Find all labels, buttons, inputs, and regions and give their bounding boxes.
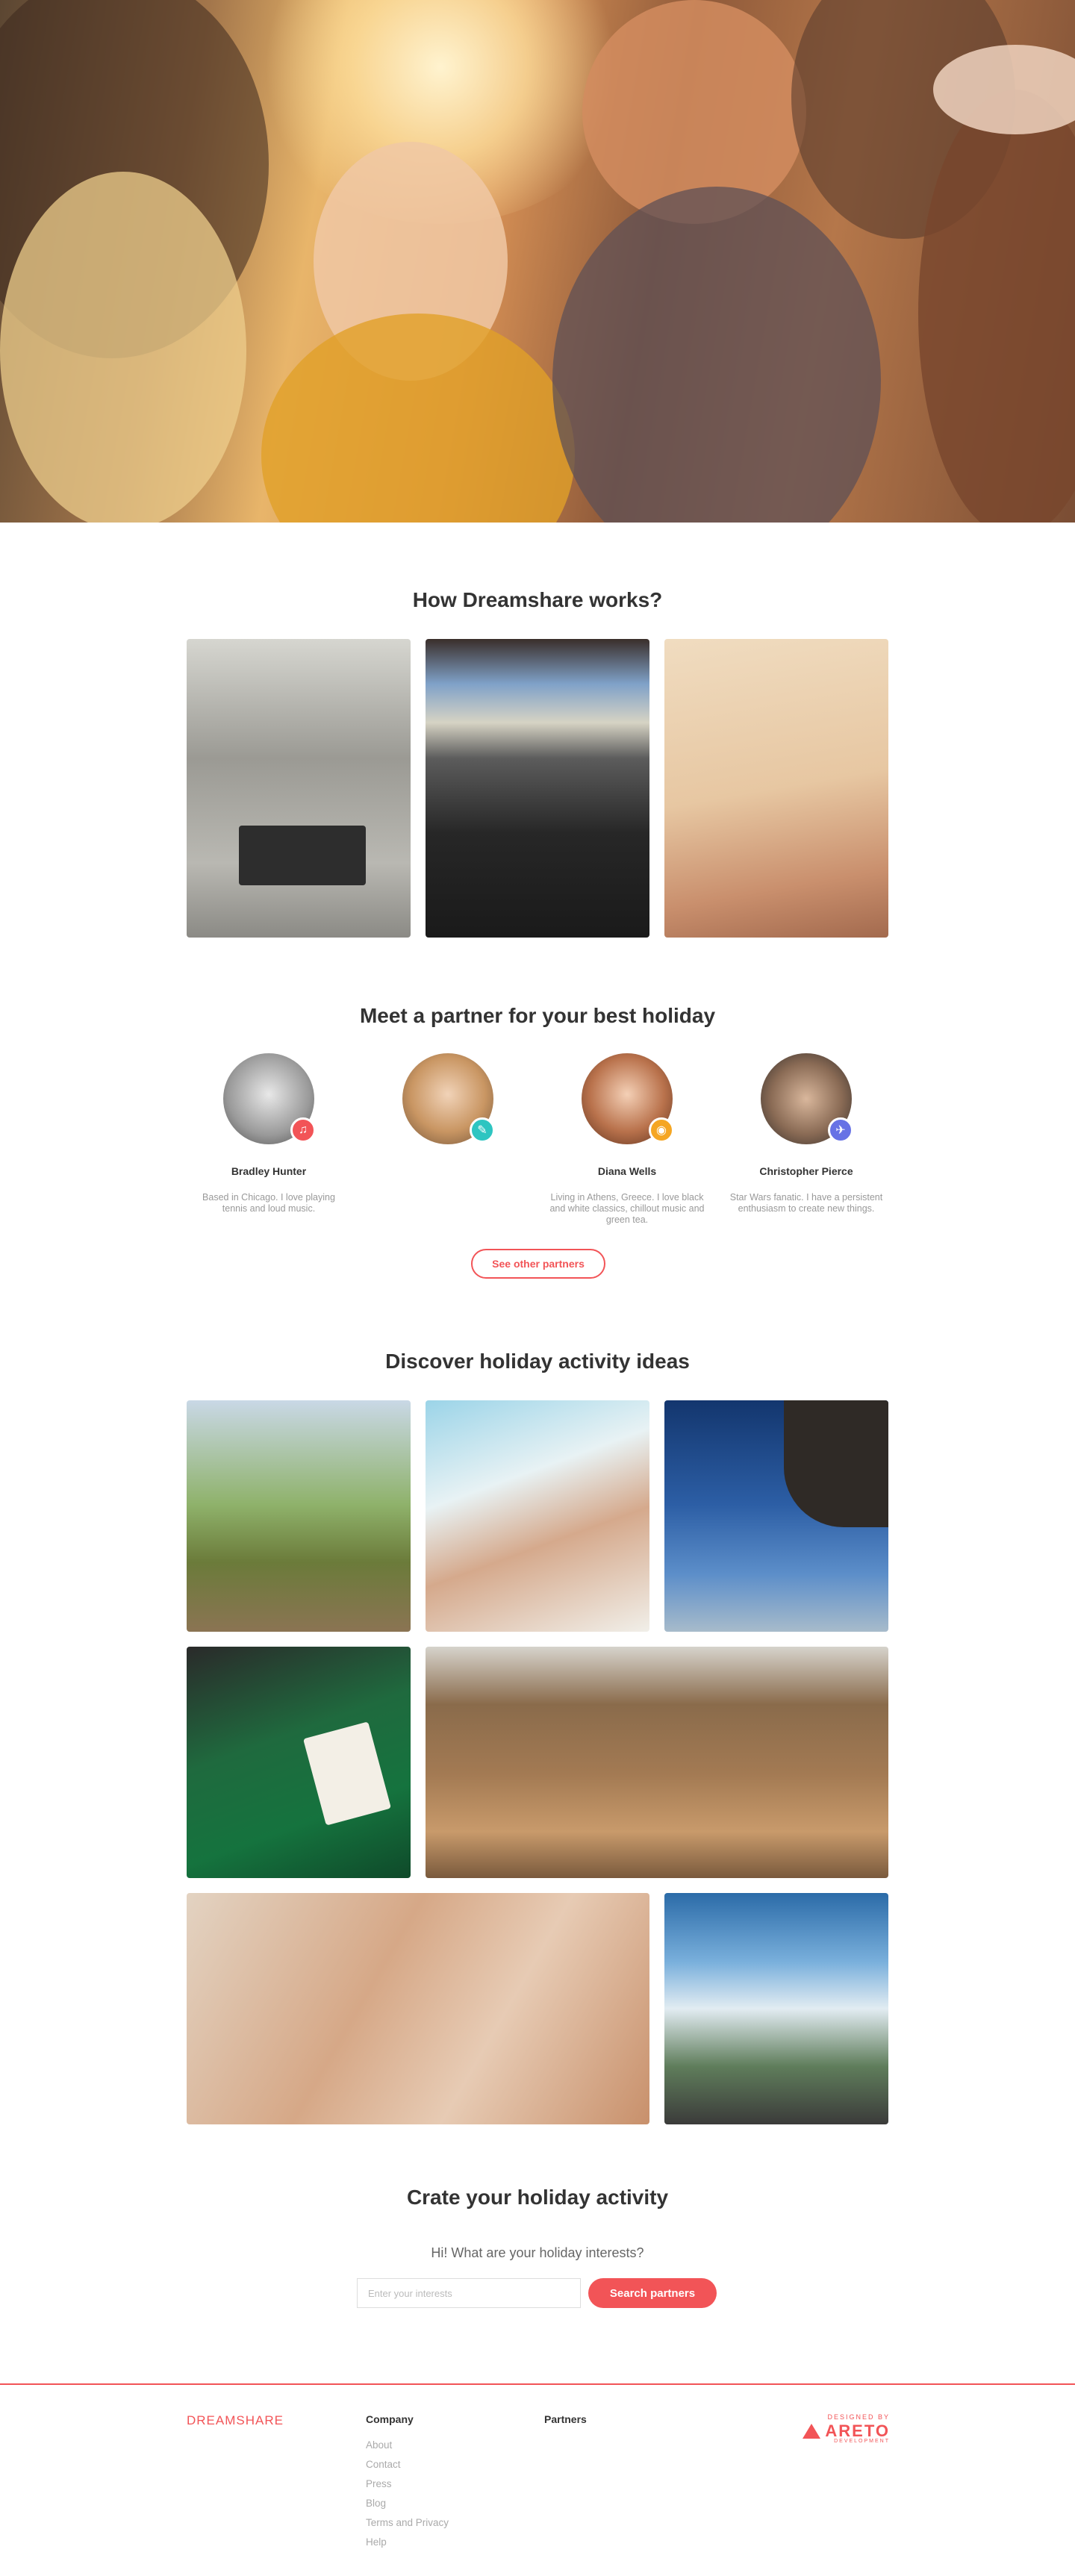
footer-link-press[interactable]: Press xyxy=(366,2474,449,2494)
footer-link-terms[interactable]: Terms and Privacy xyxy=(366,2513,449,2533)
avatar: ♫ xyxy=(223,1053,316,1144)
ideas-section-title: Discover holiday activity ideas xyxy=(385,1350,690,1373)
partner-card[interactable]: ✎ xyxy=(366,1053,530,1192)
partner-card[interactable]: ♫ Bradley Hunter Based in Chicago. I lov… xyxy=(187,1053,351,1214)
partner-bio: Star Wars fanatic. I have a persistent e… xyxy=(729,1192,883,1214)
footer-partners-column: Partners xyxy=(544,2413,587,2436)
avatar: ◉ xyxy=(582,1053,674,1144)
plane-icon: ✈ xyxy=(828,1117,853,1143)
hero-image xyxy=(0,0,1075,523)
partner-name xyxy=(366,1165,530,1179)
partners-section-title: Meet a partner for your best holiday xyxy=(359,1004,716,1027)
footer-brand[interactable]: DREAMSHARE xyxy=(187,2413,284,2428)
climbing-photo[interactable] xyxy=(664,1400,888,1632)
pencil-icon: ✎ xyxy=(470,1117,495,1143)
laptop-photo xyxy=(187,639,411,938)
running-photo[interactable] xyxy=(187,1400,411,1632)
interests-input[interactable] xyxy=(357,2278,581,2308)
beach-feet-photo xyxy=(664,639,888,938)
designer-name: ARETO xyxy=(825,2421,890,2440)
sunbathing-photo[interactable] xyxy=(426,1400,649,1632)
footer-partners-title: Partners xyxy=(544,2413,587,2425)
partner-bio: Based in Chicago. I love playing tennis … xyxy=(202,1192,335,1214)
camera-icon: ◉ xyxy=(649,1117,674,1143)
search-partners-button[interactable]: Search partners xyxy=(588,2278,717,2308)
partner-bio: Living in Athens, Greece. I love black a… xyxy=(549,1192,705,1225)
designer-sub: DEVELOPMENT xyxy=(834,2439,890,2444)
create-section-title: Crate your holiday activity xyxy=(406,2186,669,2209)
footer-link-about[interactable]: About xyxy=(366,2436,449,2455)
footer-company-title: Company xyxy=(366,2413,414,2425)
designed-by-label: DESIGNED BY xyxy=(827,2413,890,2421)
road-trip-photo xyxy=(426,639,649,938)
partner-name: Christopher Pierce xyxy=(759,1165,853,1177)
music-icon: ♫ xyxy=(290,1117,316,1143)
interests-question: Hi! What are your holiday interests? xyxy=(431,2245,644,2260)
areto-logo-icon xyxy=(803,2424,821,2439)
footer-company-column: Company About Contact Press Blog Terms a… xyxy=(366,2413,449,2552)
partner-card[interactable]: ✈ Christopher Pierce Star Wars fanatic. … xyxy=(724,1053,888,1214)
spa-massage-photo[interactable] xyxy=(187,1893,649,2124)
areto-logo: ARETO xyxy=(803,2421,890,2440)
poker-photo[interactable] xyxy=(187,1647,411,1878)
avatar: ✎ xyxy=(402,1053,495,1144)
hiking-photo[interactable] xyxy=(664,1893,888,2124)
partner-name: Bradley Hunter xyxy=(231,1165,307,1177)
see-other-partners-button[interactable]: See other partners xyxy=(471,1249,605,1279)
colosseum-photo[interactable] xyxy=(426,1647,888,1878)
avatar: ✈ xyxy=(761,1053,853,1144)
partner-name: Diana Wells xyxy=(597,1165,657,1177)
footer-link-blog[interactable]: Blog xyxy=(366,2494,449,2513)
how-section-title: How Dreamshare works? xyxy=(412,588,663,611)
footer-link-help[interactable]: Help xyxy=(366,2533,449,2552)
footer-link-contact[interactable]: Contact xyxy=(366,2455,449,2474)
designer-credit[interactable]: DESIGNED BY ARETO DEVELOPMENT xyxy=(803,2413,890,2444)
partner-card[interactable]: ◉ Diana Wells Living in Athens, Greece. … xyxy=(545,1053,709,1226)
footer-divider xyxy=(0,2383,1075,2385)
